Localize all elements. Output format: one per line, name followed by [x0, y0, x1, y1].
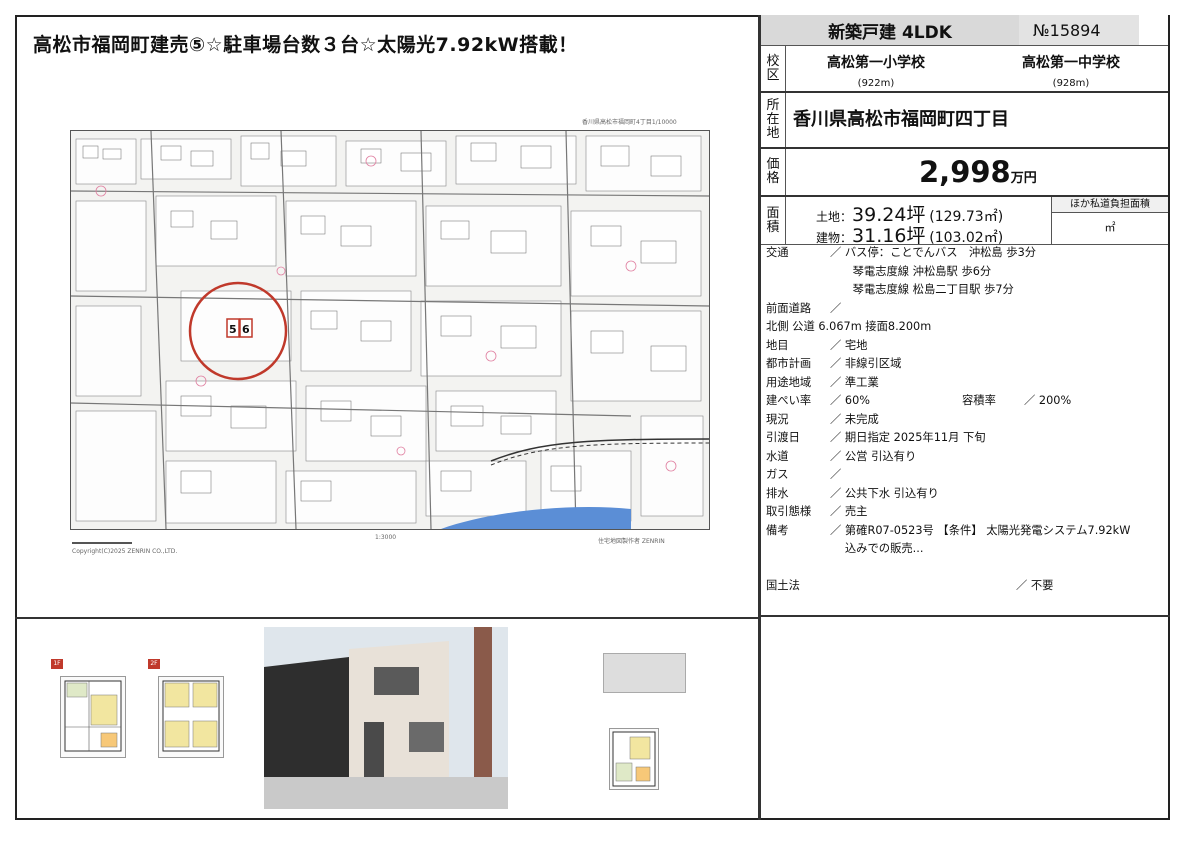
detail-row: 取引態様 ／ 売主: [766, 503, 1166, 522]
detail-row: [766, 559, 1166, 578]
site-plan: [609, 728, 659, 790]
floor-tag-1f: 1F: [51, 659, 63, 669]
left-section-divider: [15, 617, 760, 619]
detail-row: 国土法 ／ 不要: [766, 577, 1166, 596]
property-details: 交通 ／ バス停：ことでんバス 沖松島 歩3分 琴電志度線 沖松島駅 歩6分 琴電…: [766, 244, 1166, 596]
floorplan-1f: [60, 676, 126, 758]
detail-row: 現況 ／ 未完成: [766, 411, 1166, 430]
detail-key: 前面道路: [766, 301, 812, 315]
detail-row: 込みでの販売...: [766, 540, 1166, 559]
detail-value-secondary: ／ 200%: [1024, 394, 1072, 407]
detail-value: 込みでの販売...: [830, 542, 924, 555]
school-row: 校区 高松第一小学校 (922m) 高松第一中学校 (928m): [761, 46, 1168, 93]
address-label: 所在地: [761, 93, 786, 147]
map-scale-label: 1:3000: [375, 534, 397, 541]
map-publisher: 住宅地図製作者 ZENRIN: [598, 538, 665, 545]
area-row: 面積 土地：39.24坪 (129.73㎡) 建物：31.16坪 (103.02…: [761, 197, 1168, 247]
detail-value: ／ 宅地: [830, 338, 868, 352]
junior-distance: (928m): [1052, 78, 1090, 89]
map-drawing: 5 6: [71, 131, 709, 529]
detail-row: 地目 ／ 宅地: [766, 337, 1166, 356]
map-scale-bar: [72, 542, 132, 544]
detail-key: 取引態様: [766, 505, 812, 518]
floor-tag-2f: 2F: [148, 659, 160, 669]
detail-value: ／ 未完成: [830, 412, 879, 426]
detail-key: 用途地域: [766, 375, 812, 389]
detail-row: ガス ／: [766, 466, 1166, 485]
detail-row: 備考 ／ 第確R07-0523号 【条件】 太陽光発電システム7.92kW: [766, 522, 1166, 541]
detail-key: 現況: [766, 412, 789, 426]
detail-value: 琴電志度線 沖松島駅 歩6分: [830, 264, 992, 278]
elementary-school: 高松第一小学校 (922m): [806, 52, 946, 89]
detail-value: ／ 第確R07-0523号 【条件】 太陽光発電システム7.92kW: [830, 523, 1131, 537]
detail-key: 北側 公道 6.067m 接面8.200m: [766, 320, 932, 333]
detail-value: ／ 非線引区域: [830, 357, 902, 370]
detail-row: 前面道路 ／: [766, 300, 1166, 319]
detail-key: 交通: [766, 246, 789, 259]
detail-key: 都市計画: [766, 357, 812, 370]
address-value: 香川県高松市福岡町四丁目: [793, 109, 1009, 130]
private-road-value: ㎡: [1051, 213, 1168, 245]
detail-row: 引渡日 ／ 期日指定 2025年11月 下旬: [766, 429, 1166, 448]
detail-key: 排水: [766, 486, 789, 500]
detail-value: ／ バス停：ことでんバス 沖松島 歩3分: [830, 246, 1037, 259]
floorplan-2f: [158, 676, 224, 758]
price-label: 価格: [761, 149, 786, 195]
detail-value: ／ 準工業: [830, 375, 879, 389]
private-road-header: ほか私道負担面積: [1051, 197, 1168, 213]
map-caption: 香川県高松市福岡町4丁目1/10000: [582, 119, 677, 126]
detail-value: ／ 公営 引込有り: [830, 449, 917, 463]
detail-key: 引渡日: [766, 431, 800, 444]
listing-headline: 高松市福岡町建売⑤☆駐車場台数３台☆太陽光7.92kW搭載！: [33, 34, 578, 56]
detail-row: 排水 ／ 公共下水 引込有り: [766, 485, 1166, 504]
detail-value: ／ 公共下水 引込有り: [830, 486, 939, 500]
detail-key: 国土法: [766, 579, 800, 592]
site-plan-road: [603, 653, 686, 693]
price-value: 2,998万円: [919, 155, 1037, 189]
price-row: 価格 2,998万円: [761, 149, 1168, 197]
detail-row: 用途地域 ／ 準工業: [766, 374, 1166, 393]
title-row: 新築戸建 4LDK №15894: [761, 15, 1168, 46]
detail-value: ／: [830, 468, 842, 481]
detail-value: ／ 60%: [830, 394, 870, 407]
detail-key: 水道: [766, 449, 789, 463]
detail-row: 北側 公道 6.067m 接面8.200m: [766, 318, 1166, 337]
junior-name: 高松第一中学校: [1022, 55, 1120, 71]
lot-number-5: 5: [229, 323, 237, 336]
exterior-photo-drawing: [264, 627, 508, 809]
detail-row: 交通 ／ バス停：ことでんバス 沖松島 歩3分: [766, 244, 1166, 263]
map-copyright: Copyright(C)2025 ZENRIN CO.,LTD.: [72, 548, 178, 555]
detail-value-secondary: ／ 不要: [1016, 579, 1054, 592]
site-plan-drawing: [612, 731, 656, 787]
location-map: 5 6: [70, 130, 710, 530]
detail-row: 水道 ／ 公営 引込有り: [766, 448, 1166, 467]
floorplan-1f-drawing: [64, 680, 122, 752]
price-unit: 万円: [1010, 171, 1037, 186]
floorplan-2f-drawing: [162, 680, 220, 752]
detail-key: 備考: [766, 523, 789, 537]
detail-row: 琴電志度線 松島二丁目駅 歩7分: [766, 281, 1166, 300]
detail-value: 琴電志度線 松島二丁目駅 歩7分: [830, 283, 1014, 296]
right-section-divider: [758, 615, 1170, 617]
detail-value: ／: [830, 301, 842, 315]
lot-number-6: 6: [242, 323, 250, 336]
junior-school: 高松第一中学校 (928m): [996, 52, 1146, 89]
detail-value: ／ 売主: [830, 505, 868, 518]
listing-number: №15894: [1019, 15, 1139, 45]
detail-row: 琴電志度線 沖松島駅 歩6分: [766, 263, 1166, 282]
area-label: 面積: [761, 197, 786, 244]
detail-value: ／ 期日指定 2025年11月 下旬: [830, 431, 986, 444]
detail-key: ガス: [766, 468, 789, 481]
property-type: 新築戸建 4LDK: [761, 15, 1019, 45]
detail-key-secondary: 容積率: [962, 394, 996, 407]
detail-row: 都市計画 ／ 非線引区域: [766, 355, 1166, 374]
elementary-name: 高松第一小学校: [827, 55, 925, 71]
detail-row: 建ぺい率 ／ 60% 容積率 ／ 200%: [766, 392, 1166, 411]
detail-key: 建ぺい率: [766, 394, 812, 407]
address-row: 所在地 香川県高松市福岡町四丁目: [761, 93, 1168, 149]
elementary-distance: (922m): [857, 78, 895, 89]
detail-key: 地目: [766, 338, 789, 352]
exterior-photo: [264, 627, 508, 809]
school-label: 校区: [761, 46, 786, 91]
